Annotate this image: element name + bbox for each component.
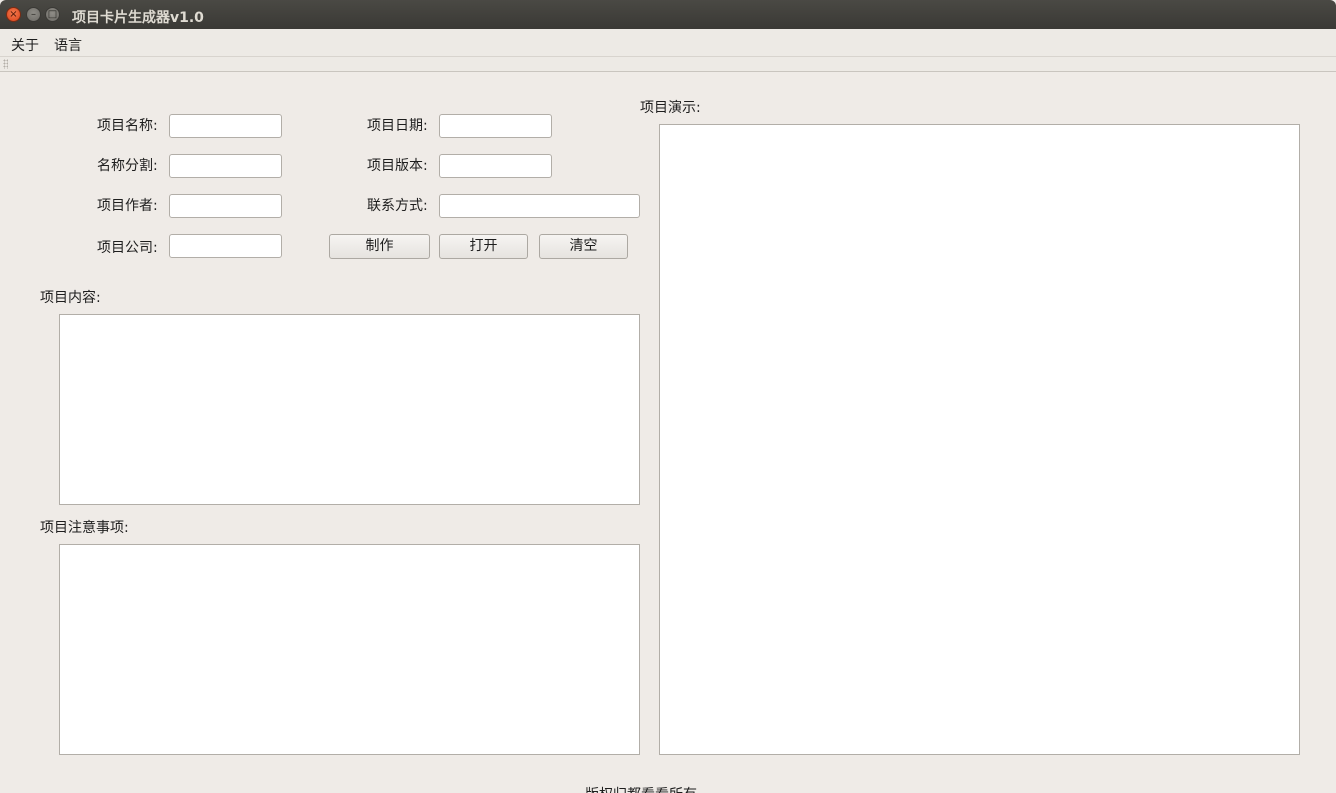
toolbar-grip-icon[interactable] [3,59,8,69]
project-version-input[interactable] [439,154,552,178]
clear-button[interactable]: 清空 [539,234,628,259]
contact-input[interactable] [439,194,640,218]
project-content-label: 项目内容: [40,290,101,306]
name-split-input[interactable] [169,154,282,178]
title-bar[interactable]: × – □ 项目卡片生成器v1.0 [0,0,1336,29]
maximize-window-icon[interactable]: □ [45,7,60,22]
project-name-input[interactable] [169,114,282,138]
project-author-label: 项目作者: [97,198,158,214]
menu-about[interactable]: 关于 [11,35,39,55]
project-author-input[interactable] [169,194,282,218]
project-version-label: 项目版本: [367,158,428,174]
copyright-footer: 版权归都看看所有 [585,784,697,793]
menu-bar: 关于 语言 [0,29,1336,56]
project-notes-label: 项目注意事项: [40,520,129,536]
menu-language[interactable]: 语言 [54,35,82,55]
project-preview-area[interactable] [659,124,1300,755]
window-title: 项目卡片生成器v1.0 [72,10,204,26]
name-split-label: 名称分割: [97,158,158,174]
minimize-window-icon[interactable]: – [26,7,41,22]
project-company-input[interactable] [169,234,282,258]
open-button[interactable]: 打开 [439,234,528,259]
project-content-textarea[interactable] [59,314,640,505]
toolbar [0,56,1336,72]
project-date-input[interactable] [439,114,552,138]
project-name-label: 项目名称: [97,118,158,134]
close-window-icon[interactable]: × [6,7,21,22]
app-window: × – □ 项目卡片生成器v1.0 关于 语言 项目名称: 名称分割: 项目作者… [0,0,1336,793]
project-notes-textarea[interactable] [59,544,640,755]
project-preview-label: 项目演示: [640,100,701,116]
make-button[interactable]: 制作 [329,234,430,259]
project-company-label: 项目公司: [97,240,158,256]
project-date-label: 项目日期: [367,118,428,134]
contact-label: 联系方式: [367,198,428,214]
